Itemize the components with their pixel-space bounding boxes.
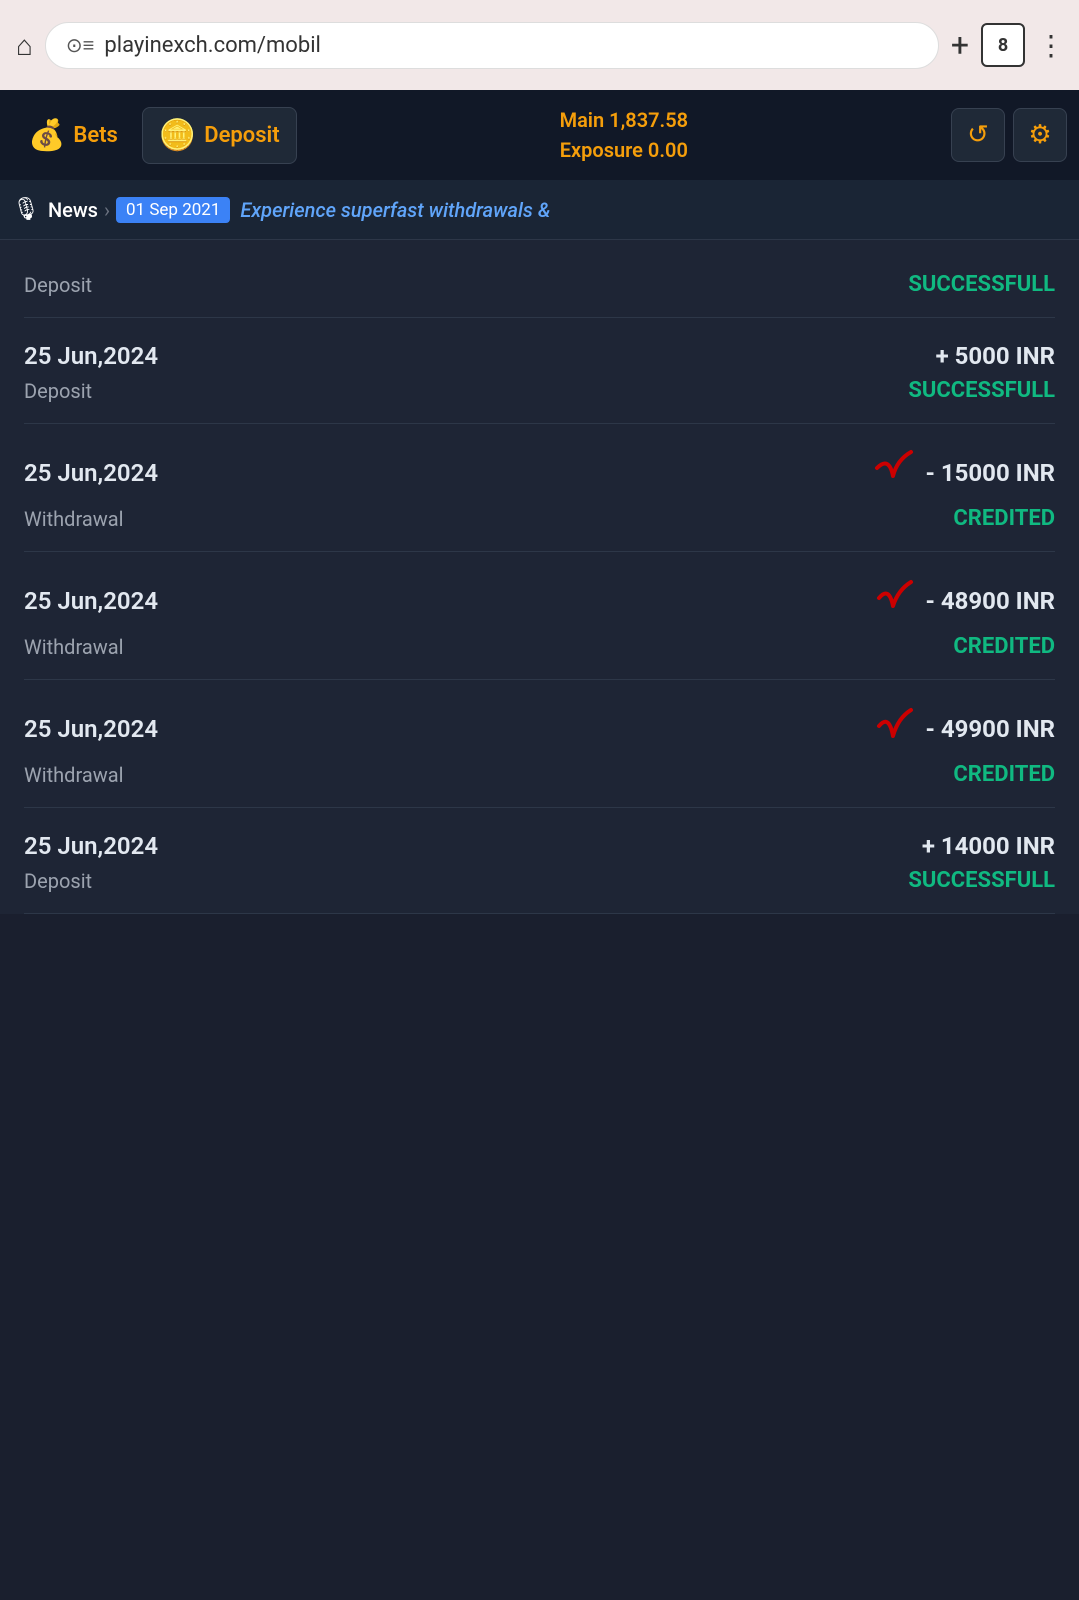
transaction-type: Withdrawal [24, 507, 123, 531]
transaction-status: CREDITED [953, 634, 1055, 659]
deposit-label: Deposit [204, 123, 279, 148]
transaction-date: 25 Jun,2024 [24, 587, 158, 615]
table-row: Deposit SUCCESSFULL [24, 240, 1055, 318]
new-tab-button[interactable]: + [951, 26, 969, 64]
transaction-status: CREDITED [953, 762, 1055, 787]
home-icon[interactable]: ⌂ [16, 29, 33, 62]
table-row: 25 Jun,2024 + 14000 INR Deposit SUCCESSF… [24, 808, 1055, 914]
news-label: 🎙 News [12, 197, 98, 222]
main-balance: Main 1,837.58 [305, 105, 943, 135]
transaction-type: Withdrawal [24, 763, 123, 787]
address-bar[interactable]: ⊙≡ playinexch.com/mobil [45, 22, 939, 69]
transaction-type: Withdrawal [24, 635, 123, 659]
table-row: 25 Jun,2024 - 48900 INR Withdrawal CREDI… [24, 552, 1055, 680]
transaction-status: SUCCESSFULL [908, 378, 1055, 403]
refresh-icon: ↺ [967, 120, 989, 150]
table-row: 25 Jun,2024 - 49900 INR Withdrawal CREDI… [24, 680, 1055, 808]
app-header: 💰 Bets 🪙 Deposit Main 1,837.58 Exposure … [0, 90, 1079, 180]
balance-display: Main 1,837.58 Exposure 0.00 [305, 105, 943, 165]
news-chevron-icon: › [104, 198, 110, 222]
red-checkmark-icon [871, 576, 915, 626]
transaction-type: Deposit [24, 273, 92, 297]
address-icon: ⊙≡ [66, 33, 94, 58]
browser-menu-button[interactable]: ⋮ [1037, 29, 1063, 62]
transaction-type: Deposit [24, 379, 92, 403]
transaction-list: Deposit SUCCESSFULL 25 Jun,2024 + 5000 I… [0, 240, 1079, 914]
browser-chrome: ⌂ ⊙≡ playinexch.com/mobil + 8 ⋮ [0, 0, 1079, 90]
deposit-icon: 🪙 [159, 118, 196, 153]
red-checkmark-icon [871, 448, 915, 498]
red-checkmark-icon [871, 704, 915, 754]
transaction-status: SUCCESSFULL [908, 272, 1055, 297]
news-ticker: 🎙 News › 01 Sep 2021 Experience superfas… [0, 180, 1079, 240]
url-text: playinexch.com/mobil [104, 33, 321, 58]
tabs-count-button[interactable]: 8 [981, 23, 1025, 67]
transaction-amount: - 48900 INR [871, 576, 1055, 626]
transaction-date: 25 Jun,2024 [24, 342, 158, 370]
transaction-status: CREDITED [953, 506, 1055, 531]
refresh-button[interactable]: ↺ [951, 108, 1005, 162]
deposit-nav-button[interactable]: 🪙 Deposit [142, 107, 297, 164]
bets-label: Bets [73, 123, 118, 148]
transaction-amount: + 5000 INR [936, 342, 1055, 370]
news-content: Experience superfast withdrawals & [240, 198, 550, 222]
news-date-badge: 01 Sep 2021 [116, 197, 230, 223]
transaction-type: Deposit [24, 869, 92, 893]
transaction-date: 25 Jun,2024 [24, 715, 158, 743]
transaction-date: 25 Jun,2024 [24, 832, 158, 860]
bets-icon: 💰 [28, 118, 65, 153]
table-row: 25 Jun,2024 - 15000 INR Withdrawal CREDI… [24, 424, 1055, 552]
microphone-icon: 🎙 [12, 197, 40, 222]
transaction-status: SUCCESSFULL [908, 868, 1055, 893]
transaction-amount: - 15000 INR [871, 448, 1055, 498]
transaction-date: 25 Jun,2024 [24, 459, 158, 487]
table-row: 25 Jun,2024 + 5000 INR Deposit SUCCESSFU… [24, 318, 1055, 424]
transaction-amount: + 14000 INR [922, 832, 1055, 860]
settings-button[interactable]: ⚙ [1013, 108, 1067, 162]
bets-nav-button[interactable]: 💰 Bets [12, 108, 134, 163]
transaction-amount: - 49900 INR [871, 704, 1055, 754]
settings-icon: ⚙ [1028, 120, 1051, 150]
exposure-balance: Exposure 0.00 [305, 135, 943, 165]
